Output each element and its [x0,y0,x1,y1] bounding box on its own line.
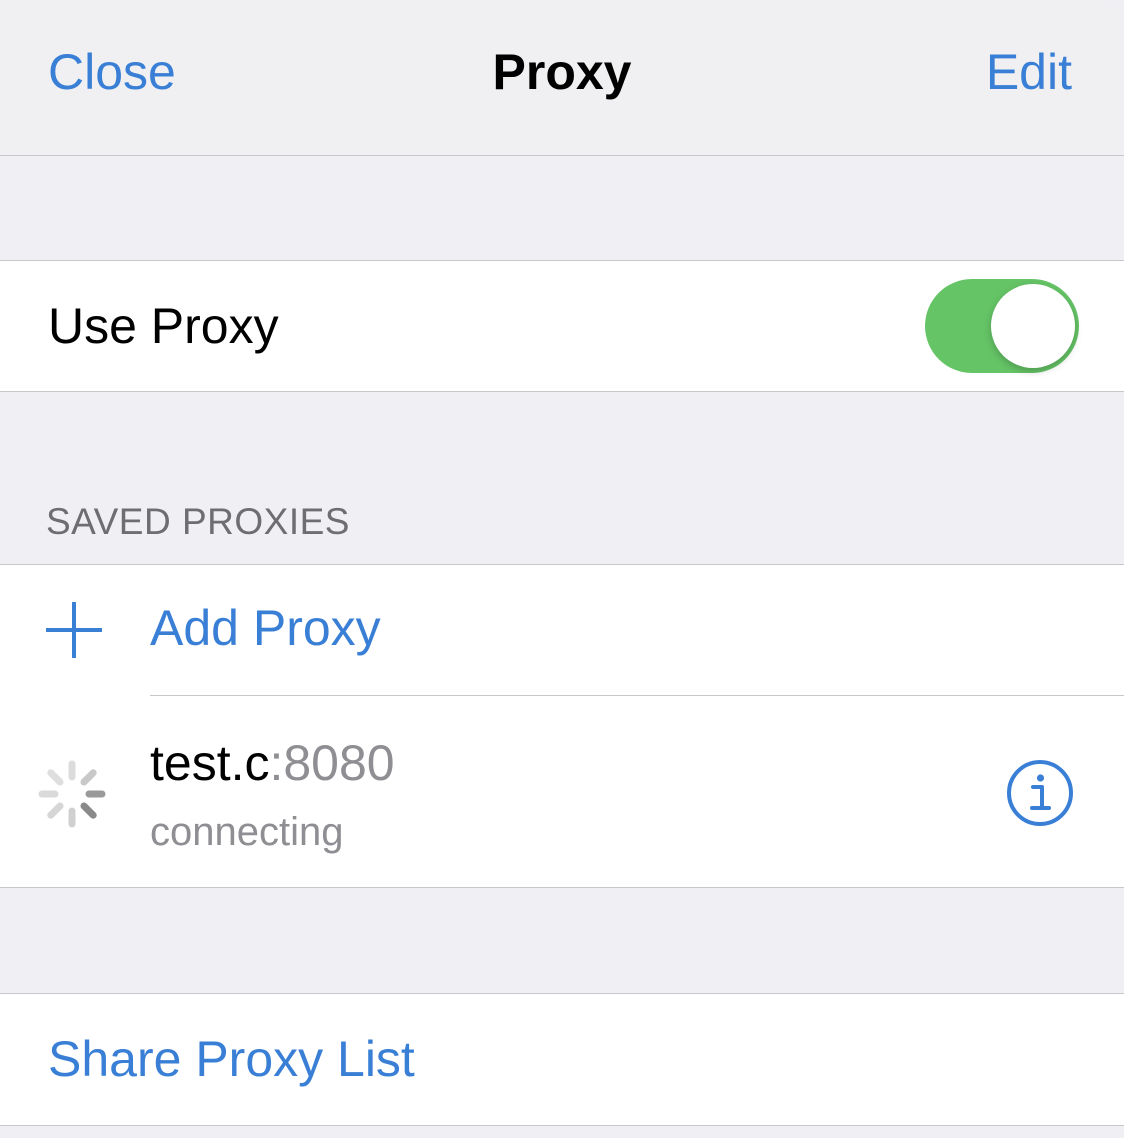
add-proxy-button[interactable]: Add Proxy [0,565,1124,695]
use-proxy-toggle[interactable] [925,279,1079,373]
share-proxy-list-row[interactable]: Share Proxy List [0,993,1124,1126]
plus-icon [46,602,102,658]
info-icon[interactable] [1005,758,1075,828]
toggle-knob [991,284,1075,368]
proxy-status: connecting [150,810,344,854]
edit-button[interactable]: Edit [986,44,1072,100]
proxy-list-item[interactable]: test.c:8080 connecting [0,696,1124,888]
saved-proxies-header: SAVED PROXIES [46,501,350,542]
share-proxy-list-button[interactable]: Share Proxy List [48,1030,415,1088]
proxy-port: :8080 [269,735,395,791]
use-proxy-row: Use Proxy [0,260,1124,392]
proxy-address: test.c:8080 [150,734,395,792]
page-title: Proxy [492,44,632,100]
add-proxy-label: Add Proxy [150,600,381,656]
proxy-host: test.c [150,735,270,791]
spinner-icon [38,760,106,828]
use-proxy-label: Use Proxy [48,298,279,354]
saved-proxies-group: Add Proxy test.c:8080 connecting [0,564,1124,888]
navigation-bar: Close Proxy Edit [0,0,1124,156]
